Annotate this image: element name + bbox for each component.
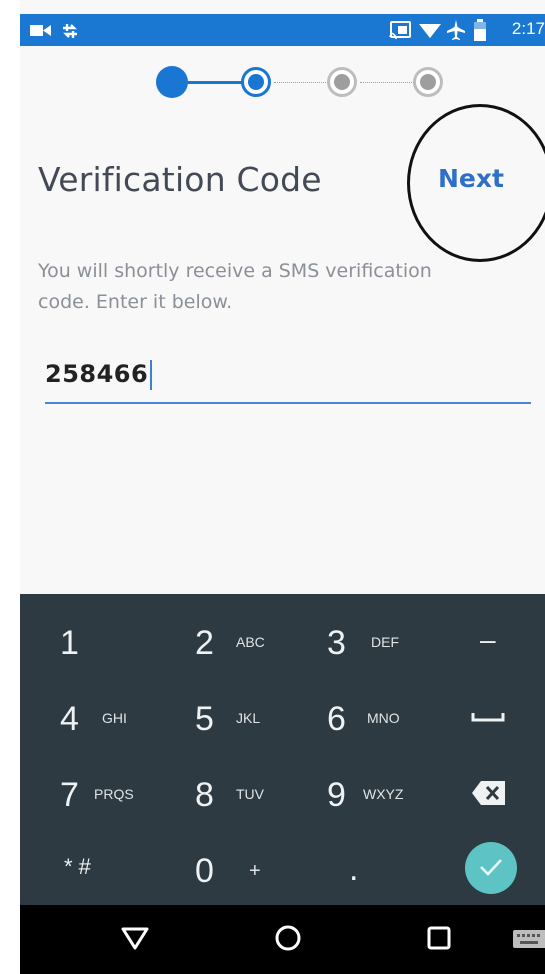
text-cursor: [150, 360, 153, 390]
key-0-plus: +: [249, 860, 261, 882]
done-check-icon: [465, 842, 517, 894]
key-2-letters: ABC: [236, 634, 265, 650]
key-2[interactable]: 2 ABC: [153, 602, 283, 678]
key-8[interactable]: 8 TUV: [153, 754, 283, 830]
key-4[interactable]: 4 GHI: [20, 678, 150, 754]
page-title: Verification Code: [38, 160, 322, 199]
system-nav-bar: [20, 905, 545, 974]
key-7-label: 7: [60, 776, 79, 814]
key-6[interactable]: 6 MNO: [285, 678, 415, 754]
home-icon[interactable]: [274, 924, 302, 952]
key-6-label: 6: [327, 700, 346, 738]
key-4-label: 4: [60, 700, 79, 738]
key-2-label: 2: [195, 624, 214, 662]
battery-icon: [474, 19, 486, 41]
key-6-letters: MNO: [367, 710, 400, 726]
key-9-label: 9: [327, 776, 346, 814]
step-2-current: [241, 67, 271, 97]
key-dash-label: –: [480, 624, 496, 655]
sync-icon: [63, 24, 77, 38]
verification-code-input[interactable]: 258466: [45, 356, 531, 404]
progress-stepper: [20, 66, 545, 98]
back-icon[interactable]: [120, 925, 150, 951]
key-5[interactable]: 5 JKL: [153, 678, 283, 754]
key-backspace[interactable]: [415, 754, 545, 830]
key-9-letters: WXYZ: [363, 786, 404, 802]
keyboard-switch-icon[interactable]: [512, 929, 545, 949]
key-1[interactable]: 1: [20, 602, 150, 678]
status-bar: 2:17: [20, 14, 545, 46]
phone-screen: 2:17 Verification Code Next You will sho…: [20, 0, 545, 974]
key-3[interactable]: 3 DEF: [285, 602, 415, 678]
key-5-letters: JKL: [236, 710, 261, 726]
key-7[interactable]: 7 PRQS: [20, 754, 150, 830]
key-8-label: 8: [195, 776, 214, 814]
key-dot-label: .: [349, 850, 359, 888]
key-3-label: 3: [327, 624, 346, 662]
key-4-letters: GHI: [102, 710, 127, 726]
key-8-letters: TUV: [236, 786, 264, 802]
key-0-label: 0: [195, 852, 214, 890]
airplane-icon: [447, 20, 465, 40]
key-7-letters: PRQS: [94, 786, 134, 802]
key-star-hash-label: * #: [64, 854, 91, 879]
backspace-icon: [472, 781, 505, 805]
next-button[interactable]: Next: [438, 164, 504, 193]
key-dash[interactable]: –: [415, 602, 545, 678]
step-3-pending: [327, 67, 357, 97]
recents-icon[interactable]: [427, 926, 451, 950]
key-space[interactable]: [415, 678, 545, 754]
key-dot[interactable]: .: [285, 830, 415, 906]
video-icon: [30, 25, 51, 36]
key-star-hash[interactable]: * #: [20, 830, 150, 906]
step-4-pending: [413, 67, 443, 97]
verification-code-value: 258466: [45, 360, 153, 390]
cast-icon: [389, 21, 411, 39]
wifi-icon: [419, 24, 441, 38]
key-9[interactable]: 9 WXYZ: [285, 754, 415, 830]
key-1-label: 1: [60, 624, 79, 662]
numeric-keyboard: 1 2 ABC 3 DEF – 4 GHI 5 JKL 6 MNO 7 PRQS…: [20, 594, 545, 905]
key-3-letters: DEF: [371, 634, 399, 650]
status-time: 2:17: [511, 19, 545, 38]
instruction-text: You will shortly receive a SMS verificat…: [38, 260, 432, 313]
step-1-completed: [156, 66, 188, 98]
key-done[interactable]: [415, 830, 545, 906]
space-icon: [471, 713, 505, 722]
key-0[interactable]: 0 +: [153, 830, 283, 906]
key-5-label: 5: [195, 700, 214, 738]
